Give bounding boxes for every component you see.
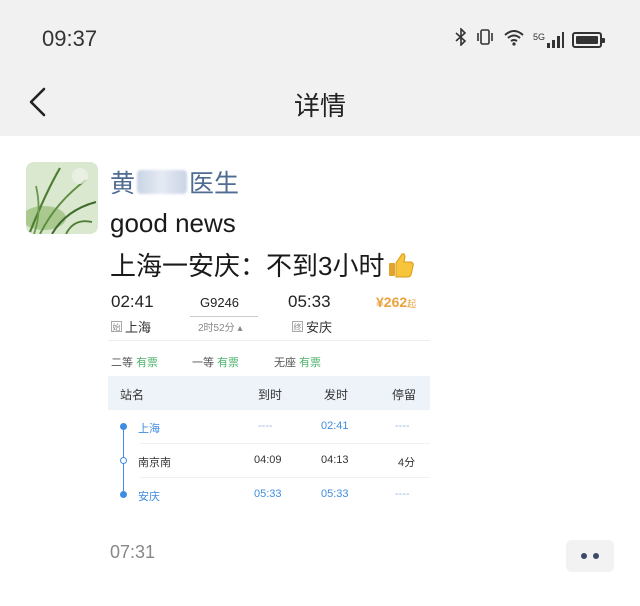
more-dot-icon bbox=[593, 553, 599, 559]
table-row: 安庆 05:33 05:33 ---- bbox=[108, 478, 430, 512]
trip-duration[interactable]: 2时52分 ▴ bbox=[198, 319, 242, 334]
message-text-line-1: good news bbox=[110, 208, 236, 238]
nav-bar: 详情 bbox=[0, 70, 640, 134]
stops-table-header: 站名 到时 发时 停留 bbox=[108, 376, 430, 410]
post-card: 黄 医生 good news 上海一安庆：不到3小时 02:41 始 上海 G9… bbox=[0, 136, 640, 606]
arrive-station: 终 安庆 bbox=[292, 317, 332, 336]
header-depart: 发时 bbox=[324, 388, 349, 402]
seat-class: 一等 bbox=[192, 357, 214, 369]
status-time: 09:37 bbox=[42, 26, 98, 51]
seat-class: 无座 bbox=[274, 357, 296, 369]
divider bbox=[108, 340, 430, 341]
origin-badge: 始 bbox=[111, 321, 122, 332]
stop-depart: 02:41 bbox=[321, 420, 349, 432]
bluetooth-icon bbox=[455, 27, 467, 51]
network-label: 5G bbox=[532, 31, 545, 42]
stop-arrive: ---- bbox=[258, 420, 273, 432]
seat-status: 有票 bbox=[299, 357, 322, 369]
avatar[interactable] bbox=[26, 162, 98, 234]
table-row: 上海 ---- 02:41 ---- bbox=[108, 410, 430, 444]
wifi-icon bbox=[503, 28, 525, 51]
table-row: 南京南 04:09 04:13 4分 bbox=[108, 444, 430, 478]
route-line bbox=[190, 316, 258, 317]
more-options-button[interactable] bbox=[566, 540, 614, 572]
status-icons: 5G bbox=[455, 27, 605, 51]
seat-availability: 一等 有票 bbox=[192, 354, 239, 370]
stop-dot bbox=[120, 457, 127, 464]
arrive-time: 05:33 bbox=[288, 292, 331, 311]
signal-icon: 5G bbox=[532, 31, 564, 48]
header-station: 站名 bbox=[120, 388, 145, 402]
stop-depart: 05:33 bbox=[321, 488, 349, 500]
stop-stay: ---- bbox=[395, 420, 410, 432]
terminal-badge: 终 bbox=[292, 321, 303, 332]
depart-station-name: 上海 bbox=[125, 320, 152, 335]
stops-table: 站名 到时 发时 停留 上海 ---- 02:41 ---- 南京南 04:09… bbox=[108, 376, 430, 518]
seat-status: 有票 bbox=[136, 357, 159, 369]
ticket-price: ¥262起 bbox=[376, 294, 416, 310]
price-suffix: 起 bbox=[407, 299, 417, 309]
sender-name-suffix: 医生 bbox=[189, 170, 240, 198]
header-arrive: 到时 bbox=[258, 388, 283, 402]
seat-class: 二等 bbox=[111, 357, 133, 369]
stop-dot bbox=[120, 423, 127, 430]
status-bar: 09:37 5G bbox=[0, 0, 640, 80]
more-dot-icon bbox=[581, 553, 587, 559]
price-value: 262 bbox=[383, 294, 408, 310]
thumbs-up-icon bbox=[386, 250, 416, 280]
stop-depart: 04:13 bbox=[321, 454, 349, 466]
depart-station: 始 上海 bbox=[111, 317, 151, 336]
arrive-station-name: 安庆 bbox=[306, 320, 333, 335]
header-stay: 停留 bbox=[392, 388, 417, 402]
stop-station: 南京南 bbox=[138, 457, 171, 469]
stop-dot bbox=[120, 491, 127, 498]
sender-name[interactable]: 黄 医生 bbox=[110, 164, 239, 200]
depart-time: 02:41 bbox=[111, 292, 154, 311]
seat-status: 有票 bbox=[217, 357, 240, 369]
battery-icon bbox=[572, 31, 605, 48]
price-symbol: ¥ bbox=[376, 294, 384, 310]
stop-stay: ---- bbox=[395, 488, 410, 500]
stop-stay: 4分 bbox=[398, 457, 416, 469]
stop-station: 上海 bbox=[138, 423, 160, 435]
message-text-line-2: 上海一安庆：不到3小时 bbox=[110, 246, 416, 283]
redacted-name-blur bbox=[137, 170, 188, 194]
vibrate-icon bbox=[475, 28, 495, 51]
stop-arrive: 04:09 bbox=[254, 454, 282, 466]
train-ticket-card[interactable]: 02:41 始 上海 G9246 2时52分 ▴ 05:33 终 安庆 ¥262… bbox=[108, 286, 430, 516]
page-title: 详情 bbox=[293, 91, 346, 121]
stop-arrive: 05:33 bbox=[254, 488, 282, 500]
sender-name-prefix: 黄 bbox=[110, 170, 136, 198]
post-timestamp: 07:31 bbox=[110, 542, 156, 562]
seat-availability: 二等 有票 bbox=[111, 354, 158, 370]
stop-station: 安庆 bbox=[138, 491, 160, 503]
train-number: G9246 bbox=[200, 295, 240, 310]
seat-availability: 无座 有票 bbox=[274, 354, 321, 370]
message-text: 上海一安庆：不到3小时 bbox=[110, 251, 385, 281]
